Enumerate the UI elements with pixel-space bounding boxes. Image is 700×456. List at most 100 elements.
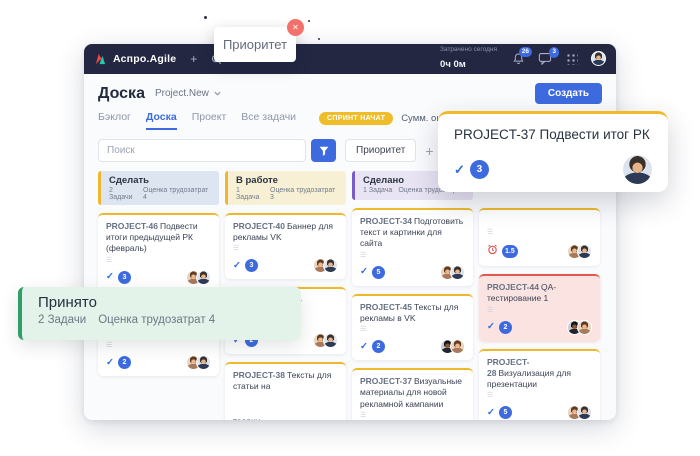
notifications-badge: 26 xyxy=(519,47,532,58)
estimate-badge: 1.5 xyxy=(502,245,518,258)
apps-grid-icon[interactable] xyxy=(565,52,578,65)
decorative-speckle xyxy=(318,38,320,40)
navbar-right: Затрачено сегодня 0ч 0м 26 3 xyxy=(440,46,606,73)
priority-tooltip-label: Приоритет xyxy=(223,37,287,52)
description-icon: ☰ xyxy=(360,252,465,259)
task-title: PROJECT-44QA-тестирование 1 xyxy=(487,282,592,304)
messages-badge: 3 xyxy=(549,47,559,58)
column-name: Сделать xyxy=(109,175,211,186)
assignee-avatars xyxy=(313,333,338,348)
time-tracker[interactable]: Затрачено сегодня 0ч 0м xyxy=(440,46,497,73)
accepted-meta: 2 Задачи Оценка трудозатрат 4 xyxy=(38,314,285,326)
column-effort: Оценка трудозатрат 4 xyxy=(143,187,211,201)
assignee-avatars xyxy=(440,339,465,354)
brand-title: Аспро.Agile xyxy=(113,53,176,65)
estimate-badge: 5 xyxy=(372,266,385,279)
description-icon: ☰ xyxy=(233,245,338,252)
task-card[interactable]: PROJECT-38Тексты для статьи натеории☰✓3 xyxy=(225,362,346,420)
avatar xyxy=(450,265,465,280)
task-card[interactable]: PROJECT-45Тексты для рекламы в VK☰✓2 xyxy=(352,294,473,360)
accepted-task-count: 2 Задачи xyxy=(38,314,86,326)
saved-filter-priority[interactable]: Приоритет xyxy=(345,139,416,162)
time-value: 0ч 0м xyxy=(440,59,466,70)
accepted-title: Принято xyxy=(38,294,285,311)
task-title-continued: теории xyxy=(233,416,338,420)
task-title: PROJECT-28Визуализация для презентации xyxy=(487,357,592,391)
estimate-badge: 3 xyxy=(118,271,131,284)
task-id: PROJECT-45 xyxy=(360,302,412,312)
task-card[interactable]: PROJECT-37Визуальные материалы для новой… xyxy=(352,368,473,420)
estimate-badge: 2 xyxy=(372,340,385,353)
assignee-avatars xyxy=(186,270,211,285)
task-title: PROJECT-45Тексты для рекламы в VK xyxy=(360,302,465,324)
tab-Доска[interactable]: Доска xyxy=(146,111,177,130)
task-title: PROJECT-38Тексты для статьи на xyxy=(233,370,338,392)
tab-Проект[interactable]: Проект xyxy=(192,111,227,130)
assignee-avatars xyxy=(567,405,592,420)
task-popover-footer: ✓ 3 xyxy=(454,155,652,184)
assignee-avatar xyxy=(623,155,652,184)
board-column: ☰1.5PROJECT-44QA-тестирование 1☰✓2PROJEC… xyxy=(479,171,600,420)
avatar xyxy=(450,339,465,354)
decorative-speckle xyxy=(204,16,207,19)
notifications-button[interactable]: 26 xyxy=(512,52,525,66)
avatar xyxy=(196,270,211,285)
covered-area xyxy=(98,376,219,414)
aspro-logo-icon xyxy=(94,53,107,66)
tab-Бэклог[interactable]: Бэклог xyxy=(98,111,131,130)
description-icon: ☰ xyxy=(106,342,211,349)
assignee-avatars xyxy=(567,244,592,259)
description-icon: ☰ xyxy=(487,392,592,399)
add-icon[interactable]: + xyxy=(190,52,197,66)
avatar xyxy=(577,405,592,420)
stage: Аспро.Agile + Сп Затрачено сегодня 0ч 0м… xyxy=(0,0,700,456)
check-icon: ✓ xyxy=(106,272,114,282)
avatar xyxy=(196,355,211,370)
page-header: Доска Project.New Создать xyxy=(98,83,602,104)
app-window: Аспро.Agile + Сп Затрачено сегодня 0ч 0м… xyxy=(84,44,616,420)
task-card[interactable]: PROJECT-34Подготовить текст и картинки д… xyxy=(352,208,473,286)
check-icon: ✓ xyxy=(360,342,368,352)
task-id: PROJECT-34 xyxy=(360,216,412,226)
create-button[interactable]: Создать xyxy=(535,83,602,104)
check-icon: ✓ xyxy=(106,358,114,368)
description-icon: ☰ xyxy=(487,307,592,314)
column-meta: 2 ЗадачиОценка трудозатрат 4 xyxy=(109,187,211,201)
assignee-avatars xyxy=(567,320,592,335)
avatar xyxy=(577,320,592,335)
close-button[interactable]: ✕ xyxy=(287,19,304,36)
tab-Все задачи[interactable]: Все задачи xyxy=(241,111,296,130)
estimate-badge: 2 xyxy=(499,321,512,334)
add-filter-button[interactable]: + xyxy=(425,144,433,158)
task-card[interactable]: PROJECT-40Баннер для рекламы VK☰✓3 xyxy=(225,213,346,279)
estimate-badge: 2 xyxy=(118,356,131,369)
column-name: В работе xyxy=(236,175,338,186)
task-card[interactable]: PROJECT-44QA-тестирование 1 ☰ ✓2 xyxy=(479,274,600,340)
task-title xyxy=(487,216,592,227)
task-id: PROJECT-46 xyxy=(106,221,158,231)
task-card[interactable]: PROJECT-46Подвести итоги предыдущей РК (… xyxy=(98,213,219,291)
task-id: PROJECT-40 xyxy=(233,221,285,231)
filter-button[interactable] xyxy=(311,139,336,162)
sprint-status-badge: СПРИНТ НАЧАТ xyxy=(319,112,393,125)
check-icon: ✓ xyxy=(233,261,241,271)
check-icon: ✓ xyxy=(360,267,368,277)
messages-button[interactable]: 3 xyxy=(538,52,552,65)
assignee-avatars xyxy=(440,265,465,280)
funnel-icon xyxy=(319,146,329,156)
accepted-effort: Оценка трудозатрат 4 xyxy=(98,314,215,326)
task-footer: ✓5 xyxy=(360,265,465,280)
task-card[interactable]: ☰1.5 xyxy=(479,208,600,266)
alarm-clock-icon xyxy=(487,242,498,260)
task-card-popover[interactable]: PROJECT-37 Подвести итог РК ✓ 3 xyxy=(438,111,668,192)
user-avatar[interactable] xyxy=(591,51,606,66)
search-input[interactable] xyxy=(98,139,306,162)
priority-tooltip: Приоритет ✕ xyxy=(214,27,296,62)
task-footer: ✓2 xyxy=(487,320,592,335)
task-card[interactable]: PROJECT-28Визуализация для презентации☰✓… xyxy=(479,349,600,420)
assignee-avatars xyxy=(313,258,338,273)
check-icon: ✓ xyxy=(454,163,465,176)
decorative-speckle xyxy=(308,20,310,22)
task-id: PROJECT-44 xyxy=(487,282,539,292)
project-select[interactable]: Project.New xyxy=(155,88,221,99)
